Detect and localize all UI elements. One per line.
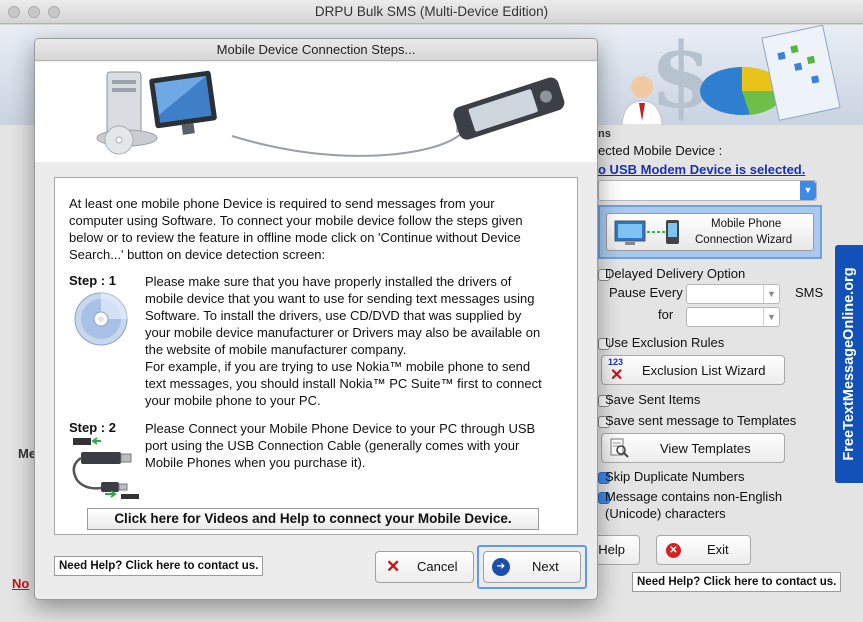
pause-every-label: Pause Every bbox=[609, 285, 683, 300]
pc-usb-phone-illustration-icon bbox=[96, 70, 565, 157]
selected-device-label: ected Mobile Device : bbox=[598, 143, 723, 158]
dialog-title: Mobile Device Connection Steps... bbox=[35, 39, 597, 61]
exit-button[interactable]: ✕ Exit bbox=[656, 535, 751, 565]
exclusion-list-wizard-button[interactable]: 123 ✕ Exclusion List Wizard bbox=[601, 355, 785, 385]
non-english-label-line2: (Unicode) characters bbox=[605, 506, 726, 521]
minimize-window-button[interactable] bbox=[28, 6, 40, 18]
step1-line-3: Software. To install the drivers, use CD… bbox=[145, 308, 522, 323]
exit-button-label: Exit bbox=[707, 542, 729, 557]
left-status-link[interactable]: No bbox=[12, 576, 29, 591]
chevron-down-icon: ▼ bbox=[763, 308, 779, 326]
step2-line-1: Please Connect your Mobile Phone Device … bbox=[145, 421, 536, 436]
exclusion-list-wizard-label: Exclusion List Wizard bbox=[642, 363, 766, 378]
wizard-label-line2: Connection Wizard bbox=[695, 234, 793, 246]
view-templates-label: View Templates bbox=[660, 441, 751, 456]
chevron-down-icon: ▼ bbox=[763, 285, 779, 303]
device-select-dropdown[interactable]: ▼ bbox=[598, 180, 817, 201]
step1-line-2: mobile device that you want to use for s… bbox=[145, 291, 535, 306]
for-label: for bbox=[658, 307, 674, 322]
window-titlebar: DRPU Bulk SMS (Multi-Device Edition) bbox=[0, 0, 863, 24]
instructions-panel: At least one mobile phone Device is requ… bbox=[54, 177, 578, 535]
step1-line-5: the website of mobile manufacturer compa… bbox=[145, 342, 407, 357]
delayed-delivery-label: Delayed Delivery Option bbox=[605, 266, 746, 281]
mobile-phone-connection-wizard-button[interactable]: Mobile Phone Connection Wizard bbox=[598, 205, 822, 259]
dialog-contact-link[interactable]: Need Help? Click here to contact us. bbox=[54, 556, 264, 576]
website-side-tab-label: FreeTextMessageOnline.org bbox=[841, 267, 857, 461]
videos-help-button[interactable]: Click here for Videos and Help to connec… bbox=[87, 508, 539, 530]
exclusion-x-icon: ✕ bbox=[610, 367, 624, 384]
non-english-label-line1: Message contains non-English bbox=[605, 489, 783, 504]
save-sent-items-label: Save Sent Items bbox=[605, 392, 701, 407]
cancel-x-icon: ✕ bbox=[386, 557, 401, 576]
help-button-label: Help bbox=[598, 542, 625, 557]
dialog-header-banner bbox=[35, 62, 597, 162]
next-arrow-icon: ➔ bbox=[492, 558, 510, 576]
step2-label: Step : 2 bbox=[69, 420, 116, 435]
intro-line-3: below or to review the feature in offlin… bbox=[69, 230, 521, 245]
sms-unit-label: SMS bbox=[795, 285, 824, 300]
cancel-button[interactable]: ✕ Cancel bbox=[375, 551, 474, 583]
pause-duration-dropdown[interactable]: ▼ bbox=[686, 307, 780, 327]
pc-to-phone-icon bbox=[614, 220, 679, 245]
chevron-down-icon: ▼ bbox=[800, 181, 816, 200]
step1-line-7: text messages, you should install Nokia™… bbox=[145, 376, 542, 391]
step1-label: Step : 1 bbox=[69, 273, 116, 288]
usb-cable-icon bbox=[72, 437, 139, 499]
save-templates-label: Save sent message to Templates bbox=[605, 413, 797, 428]
step2-line-2: port using the USB Connection Cable (gen… bbox=[145, 438, 520, 453]
skip-duplicates-label: Skip Duplicate Numbers bbox=[605, 469, 745, 484]
svg-text:$: $ bbox=[650, 25, 713, 125]
intro-line-1: At least one mobile phone Device is requ… bbox=[69, 196, 495, 211]
next-button-label: Next bbox=[532, 559, 559, 574]
intro-line-4: Search...' button on device detection sc… bbox=[69, 247, 326, 262]
banner-business-graphic-icon: $ bbox=[621, 25, 841, 125]
close-window-button[interactable] bbox=[8, 6, 20, 18]
next-button[interactable]: ➔ Next bbox=[483, 551, 581, 583]
step1-line-1: Please make sure that you have properly … bbox=[145, 274, 512, 289]
wizard-label-line1: Mobile Phone bbox=[711, 218, 782, 230]
options-section-label: ns bbox=[598, 128, 611, 140]
step1-line-6: For example, if you are trying to use No… bbox=[145, 359, 531, 374]
main-contact-link[interactable]: Need Help? Click here to contact us. bbox=[632, 572, 842, 592]
cd-dvd-icon bbox=[74, 292, 128, 346]
connection-steps-dialog: Mobile Device Connection Steps... At lea… bbox=[34, 38, 598, 600]
window-title: DRPU Bulk SMS (Multi-Device Edition) bbox=[314, 4, 549, 19]
cancel-button-label: Cancel bbox=[417, 559, 458, 574]
use-exclusion-label: Use Exclusion Rules bbox=[605, 335, 725, 350]
website-side-tab[interactable]: FreeTextMessageOnline.org bbox=[835, 245, 863, 483]
step1-line-8: your mobile phone to your PC. bbox=[145, 393, 321, 408]
step2-line-3: Mobile Phones when you purchase it). bbox=[145, 455, 366, 470]
selected-device-link[interactable]: o USB Modem Device is selected. bbox=[598, 162, 805, 177]
step1-line-4: your mobile device manufacturer or Drive… bbox=[145, 325, 541, 340]
intro-line-2: computer using Software. To connect your… bbox=[69, 213, 523, 228]
document-search-icon bbox=[610, 438, 629, 458]
view-templates-button[interactable]: View Templates bbox=[601, 433, 785, 463]
exit-icon: ✕ bbox=[666, 543, 681, 558]
zoom-window-button[interactable] bbox=[48, 6, 60, 18]
pause-every-dropdown[interactable]: ▼ bbox=[686, 284, 780, 304]
